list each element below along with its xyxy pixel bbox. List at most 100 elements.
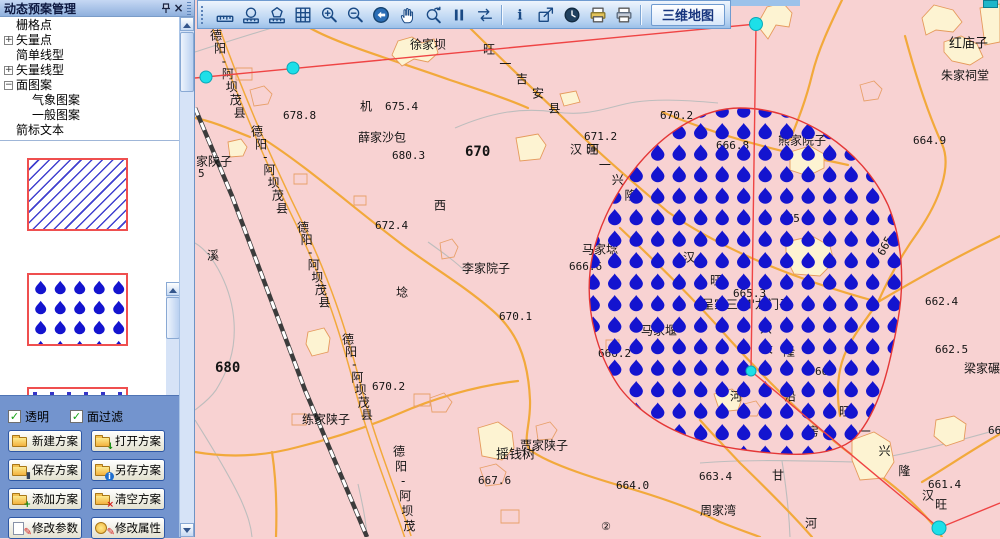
close-icon[interactable]: ×	[172, 2, 185, 15]
print-icon[interactable]	[611, 3, 636, 26]
measure-distance-icon[interactable]	[212, 3, 237, 26]
map-canvas[interactable]: 徐家坝红庙子朱家祠堂664.9熊家院子666.8670.2671.2675.4机…	[195, 0, 1000, 537]
map-label: 埝	[396, 285, 408, 300]
measure-circle-icon[interactable]	[238, 3, 263, 26]
tree-item-一般图案[interactable]: 一般图案	[0, 108, 181, 123]
road-label-char: 吉	[516, 72, 528, 86]
button-label: 保存方案	[32, 462, 78, 478]
raindrop-fill-swatch[interactable]	[27, 273, 128, 346]
vertex-handle[interactable]	[287, 62, 299, 74]
tree-item-label: 一般图案	[32, 108, 80, 123]
panel-scrollbar[interactable]	[179, 17, 194, 537]
map-label: 5	[198, 167, 205, 180]
tree-item-箭标文本[interactable]: 箭标文本	[0, 123, 181, 138]
map-control-teal	[983, 0, 998, 8]
folder-add-button[interactable]: +添加方案	[8, 488, 82, 510]
map-label: 664.0	[616, 479, 649, 492]
pause-icon[interactable]	[446, 3, 471, 26]
zoom-out-icon[interactable]	[342, 3, 367, 26]
map-label: 675.4	[385, 100, 418, 113]
edit-params-button[interactable]: ✎修改参数	[8, 517, 82, 539]
folder-clear-button[interactable]: ×清空方案	[91, 488, 165, 510]
map-toolbar: i 三维地图	[197, 0, 731, 29]
map-label: 西	[434, 199, 446, 213]
road-label-char: 一	[599, 158, 611, 172]
checkbox-icon[interactable]: ✓	[8, 410, 21, 423]
zoom-previous-icon[interactable]	[420, 3, 445, 26]
map-label: 红庙子	[949, 36, 988, 52]
map-label: 670	[465, 144, 490, 160]
folder-new-button[interactable]: 新建方案	[8, 430, 82, 452]
grid-icon[interactable]	[290, 3, 315, 26]
map-3d-button[interactable]: 三维地图	[651, 4, 725, 26]
pin-icon[interactable]	[159, 2, 172, 15]
tree-item-矢量点[interactable]: +矢量点	[0, 33, 181, 48]
folder-save-button[interactable]: ▮保存方案	[8, 459, 82, 481]
map-label: 670.1	[499, 310, 532, 323]
layer-tree: 栅格点+矢量点简单线型+矢量线型−面图案气象图案一般图案箭标文本	[0, 17, 181, 140]
road-label-char: 阳	[395, 459, 407, 473]
vertex-handle[interactable]	[750, 18, 763, 31]
button-label: 另存方案	[115, 462, 161, 478]
vertex-handle[interactable]	[746, 366, 756, 376]
button-label: 新建方案	[32, 433, 78, 449]
tree-item-矢量线型[interactable]: +矢量线型	[0, 63, 181, 78]
scroll-down-icon[interactable]	[180, 523, 194, 537]
tree-item-简单线型[interactable]: 简单线型	[0, 48, 181, 63]
tree-item-label: 矢量线型	[16, 63, 64, 78]
road-label-char: 旺	[935, 498, 947, 512]
collapse-icon[interactable]: −	[4, 81, 13, 90]
map-label: 周家湾	[700, 503, 736, 518]
zoom-in-icon[interactable]	[316, 3, 341, 26]
tree-item-气象图案[interactable]: 气象图案	[0, 93, 181, 108]
pan-hand-icon[interactable]	[394, 3, 419, 26]
expand-icon[interactable]: +	[4, 36, 13, 45]
folder-saveas-icon: i	[95, 463, 112, 478]
road-label-char: 汉	[922, 489, 934, 503]
info-icon[interactable]: i	[507, 3, 532, 26]
pattern-list	[0, 140, 181, 395]
partial-swatch[interactable]	[27, 387, 128, 395]
scroll-up-icon[interactable]	[166, 282, 180, 296]
map-label: 薛家沙包	[358, 130, 406, 145]
scroll-thumb[interactable]	[166, 297, 180, 339]
map-viewport[interactable]: 徐家坝红庙子朱家祠堂664.9熊家院子666.8670.2671.2675.4机…	[195, 0, 1000, 537]
print-preview-icon[interactable]	[585, 3, 610, 26]
tree-item-label: 栅格点	[16, 18, 52, 33]
map-label: 670.2	[372, 380, 405, 393]
checkbox-面过滤[interactable]: ✓面过滤	[70, 408, 123, 425]
road-label-char: 一	[499, 57, 511, 71]
export-icon[interactable]	[533, 3, 558, 26]
vertex-handle[interactable]	[200, 71, 212, 83]
scroll-up-icon[interactable]	[180, 17, 194, 31]
folder-new-icon	[12, 434, 29, 449]
vertex-handle[interactable]	[932, 521, 946, 535]
measure-polygon-icon[interactable]	[264, 3, 289, 26]
scroll-thumb[interactable]	[180, 32, 194, 92]
folder-clear-icon: ×	[95, 492, 112, 507]
checkbox-icon[interactable]: ✓	[70, 410, 83, 423]
full-extent-icon[interactable]	[368, 3, 393, 26]
checkbox-透明[interactable]: ✓ 透明	[8, 408, 49, 425]
road-label-char: 县	[276, 202, 288, 216]
folder-saveas-button[interactable]: i另存方案	[91, 459, 165, 481]
road-label-char: 德	[210, 28, 222, 43]
swap-icon[interactable]	[472, 3, 497, 26]
tree-item-label: 面图案	[16, 78, 52, 93]
expand-icon[interactable]: +	[4, 66, 13, 75]
diagonal-hatch-swatch[interactable]	[27, 158, 128, 231]
map-label: 河	[805, 517, 817, 531]
clock-icon[interactable]	[559, 3, 584, 26]
checkbox-label: 透明	[25, 408, 49, 425]
folder-open-button[interactable]: ↓打开方案	[91, 430, 165, 452]
edit-attrs-button[interactable]: ✎修改属性	[91, 517, 165, 539]
tree-item-栅格点[interactable]: 栅格点	[0, 18, 181, 33]
toolbar-grip[interactable]	[201, 6, 207, 24]
road-label-char: 阳	[214, 41, 226, 55]
svg-text:i: i	[517, 7, 522, 23]
pattern-list-scrollbar[interactable]	[166, 282, 180, 395]
panel-grip[interactable]	[187, 2, 191, 15]
map-label: 朱家祠堂	[941, 68, 989, 83]
tree-item-面图案[interactable]: −面图案	[0, 78, 181, 93]
road-label-char: 兴	[879, 444, 891, 458]
